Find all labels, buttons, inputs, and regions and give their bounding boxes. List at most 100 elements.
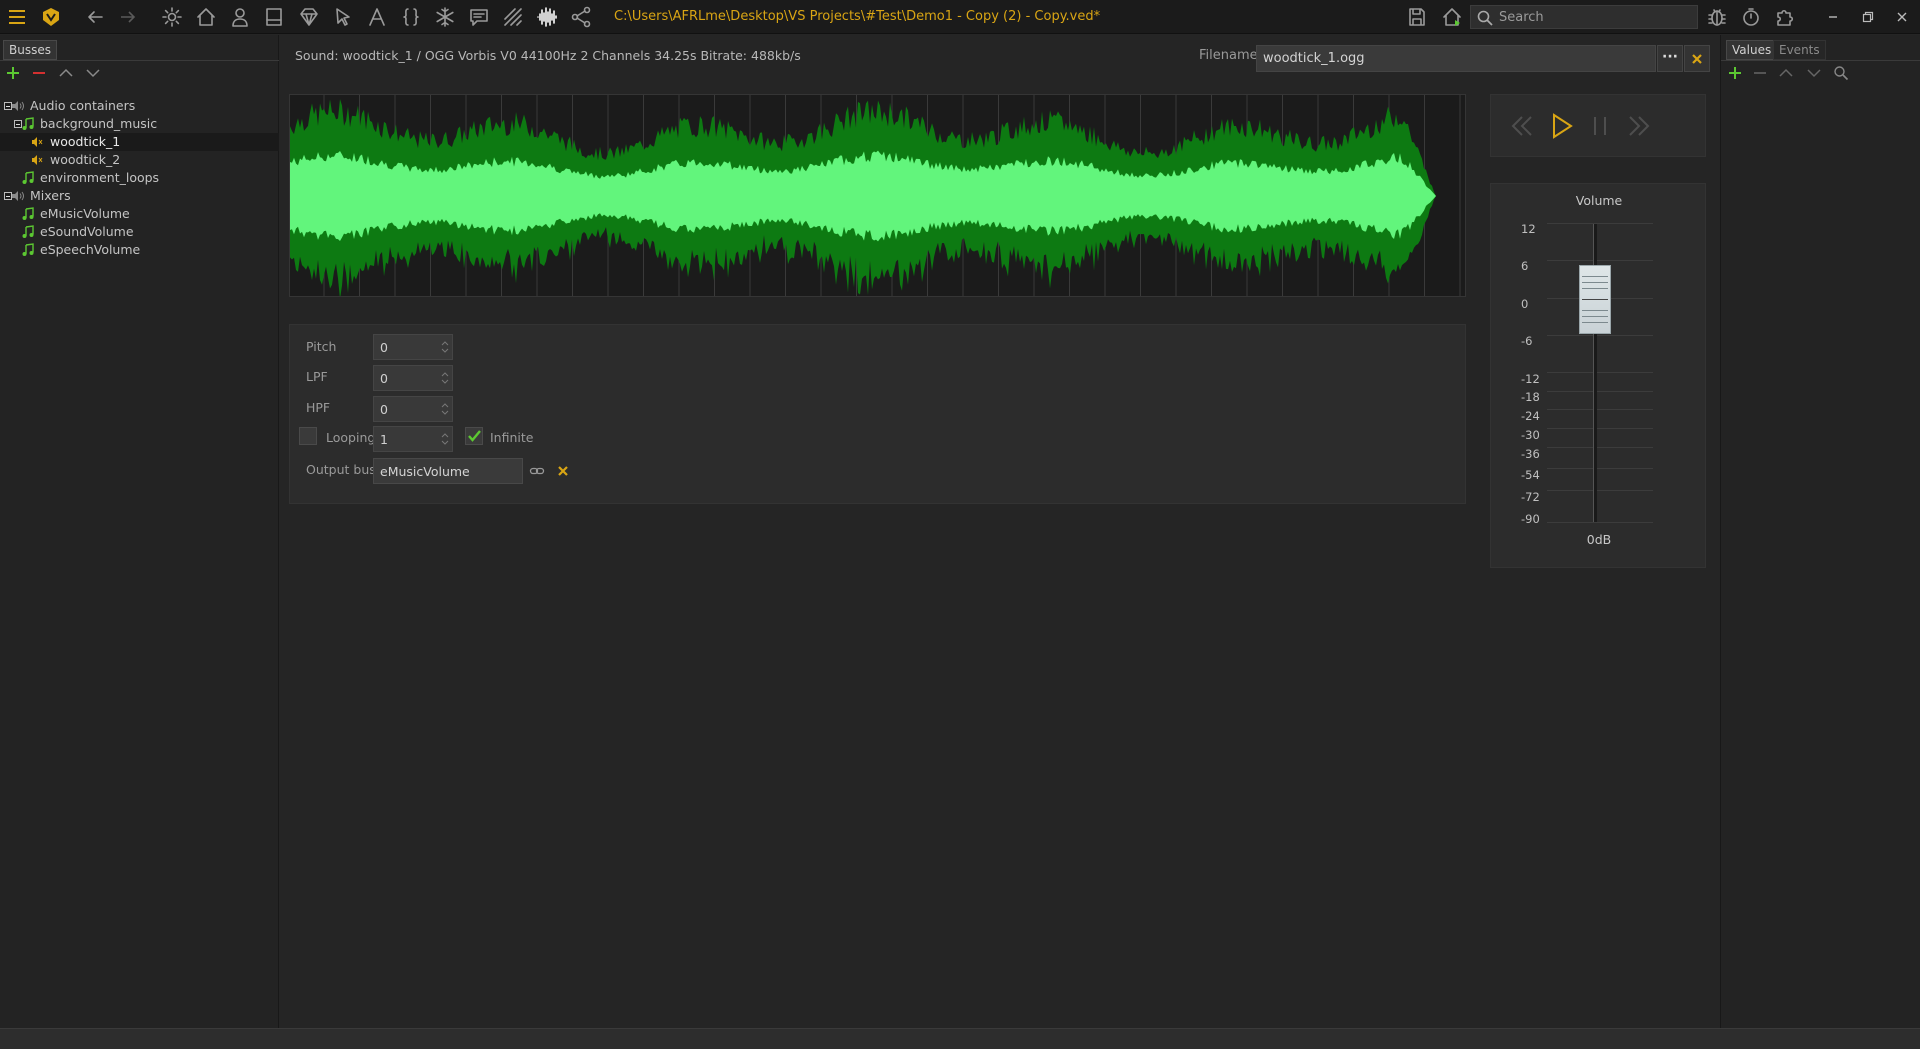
tree-item-audio-containers[interactable]: Audio containers — [0, 97, 279, 115]
close-window-icon[interactable] — [1890, 5, 1914, 29]
stepper-arrows-icon[interactable] — [440, 430, 450, 448]
stepper-arrows-icon[interactable] — [440, 369, 450, 387]
browse-file-button[interactable]: ··· — [1657, 45, 1683, 72]
looping-checkbox[interactable] — [299, 427, 317, 445]
play-icon[interactable] — [1544, 109, 1578, 143]
scale-line — [1547, 391, 1653, 392]
tree-item-emusicvolume[interactable]: eMusicVolume — [0, 205, 279, 223]
tree-item-esoundvolume[interactable]: eSoundVolume — [0, 223, 279, 241]
volume-fader-handle[interactable] — [1579, 265, 1611, 334]
waveform-view[interactable] — [289, 94, 1466, 297]
volume-tick-label: -30 — [1521, 428, 1540, 442]
lpf-input[interactable] — [374, 366, 438, 390]
music-note-icon — [22, 225, 34, 238]
fast-forward-icon[interactable] — [1622, 109, 1656, 143]
tree-item-background-music[interactable]: background_music — [0, 115, 279, 133]
tree-item-environment-loops[interactable]: environment_loops — [0, 169, 279, 187]
waveform-graphic — [290, 95, 1461, 296]
sound-info-text: Sound: woodtick_1 / OGG Vorbis V0 44100H… — [295, 48, 801, 63]
link-chain-icon[interactable] — [527, 461, 547, 481]
filename-field[interactable] — [1256, 45, 1656, 72]
tab-values[interactable]: Values — [1726, 40, 1778, 60]
tree-item-woodtick-2[interactable]: woodtick_2 — [0, 151, 279, 169]
tree-item-woodtick-1[interactable]: woodtick_1 — [0, 133, 279, 151]
tree-item-label: environment_loops — [40, 170, 160, 185]
infinite-checkbox[interactable] — [465, 427, 483, 445]
hpf-stepper[interactable] — [373, 396, 453, 422]
scripts-braces-icon[interactable] — [397, 3, 425, 31]
add-plus-icon[interactable] — [1724, 64, 1746, 82]
fader-grip — [1582, 288, 1608, 289]
save-disk-icon[interactable] — [1403, 3, 1431, 31]
tree-item-espeechvolume[interactable]: eSpeechVolume — [0, 241, 279, 259]
mouse-cursor-icon[interactable] — [329, 3, 357, 31]
tab-events[interactable]: Events — [1773, 40, 1826, 60]
hamburger-menu-icon[interactable] — [3, 3, 31, 31]
search-box[interactable] — [1470, 5, 1698, 29]
share-nodes-icon[interactable] — [567, 3, 595, 31]
lpf-stepper[interactable] — [373, 365, 453, 391]
restore-window-icon[interactable] — [1856, 5, 1880, 29]
stepper-arrows-icon[interactable] — [440, 338, 450, 356]
fader-grip — [1582, 310, 1608, 311]
move-down-chevron-icon[interactable] — [82, 64, 104, 82]
add-plus-icon[interactable] — [2, 64, 24, 82]
move-up-chevron-icon[interactable] — [55, 64, 77, 82]
audio-waveform-icon[interactable] — [533, 3, 561, 31]
clear-file-button[interactable] — [1684, 45, 1710, 72]
output-bus-field[interactable] — [373, 458, 523, 484]
volume-tick-label: 12 — [1521, 222, 1536, 236]
scenes-house-icon[interactable] — [192, 3, 220, 31]
move-down-chevron-icon[interactable] — [1803, 64, 1825, 82]
close-x-icon — [1692, 53, 1702, 64]
status-bar — [0, 1028, 1920, 1049]
fader-grip — [1582, 322, 1608, 323]
clear-output-bus-icon[interactable] — [553, 461, 573, 481]
tab-busses[interactable]: Busses — [3, 40, 57, 60]
volume-tick-label: -24 — [1521, 409, 1540, 423]
remove-minus-icon[interactable] — [1749, 64, 1771, 82]
volume-value: 0dB — [1586, 532, 1612, 547]
remove-minus-icon[interactable] — [28, 64, 50, 82]
pause-icon[interactable] — [1583, 109, 1617, 143]
settings-gear-icon[interactable] — [158, 3, 186, 31]
output-bus-label: Output bus — [306, 462, 376, 477]
volume-tick-label: -72 — [1521, 490, 1540, 504]
characters-person-icon[interactable] — [226, 3, 254, 31]
search-icon — [1477, 10, 1493, 26]
dialogs-speech-bubble-icon[interactable] — [465, 3, 493, 31]
fader-grip — [1582, 316, 1608, 317]
sound-properties-panel: Pitch LPF HPF Looping Infinite Output bu… — [289, 324, 1466, 504]
stepper-arrows-icon[interactable] — [440, 400, 450, 418]
tab-divider — [1721, 60, 1920, 61]
shaders-hatch-icon[interactable] — [499, 3, 527, 31]
search-icon[interactable] — [1830, 64, 1852, 82]
home-scene-icon[interactable] — [1438, 3, 1466, 31]
scale-line — [1547, 223, 1653, 224]
looping-count-input[interactable] — [374, 427, 438, 451]
particles-snowflake-icon[interactable] — [431, 3, 459, 31]
items-diamond-icon[interactable] — [295, 3, 323, 31]
debug-bug-icon[interactable] — [1703, 3, 1731, 31]
back-arrow-icon[interactable] — [81, 3, 109, 31]
values-events-panel: Values Events — [1720, 35, 1920, 1028]
pitch-stepper[interactable] — [373, 334, 453, 360]
tree-item-mixers[interactable]: Mixers — [0, 187, 279, 205]
forward-arrow-icon[interactable] — [114, 3, 142, 31]
timer-stopwatch-icon[interactable] — [1737, 3, 1765, 31]
looping-count-stepper[interactable] — [373, 426, 453, 452]
hpf-input[interactable] — [374, 397, 438, 421]
transport-controls — [1490, 94, 1706, 157]
app-logo-icon[interactable] — [37, 3, 65, 31]
scale-line — [1547, 260, 1653, 261]
infinite-label: Infinite — [490, 430, 534, 445]
minimize-window-icon[interactable] — [1821, 5, 1845, 29]
rewind-icon[interactable] — [1505, 109, 1539, 143]
fonts-letter-icon[interactable] — [363, 3, 391, 31]
volume-tick-label: -18 — [1521, 390, 1540, 404]
pitch-input[interactable] — [374, 335, 438, 359]
search-input[interactable] — [1499, 8, 1691, 26]
move-up-chevron-icon[interactable] — [1775, 64, 1797, 82]
interfaces-window-icon[interactable] — [260, 3, 288, 31]
plugins-puzzle-icon[interactable] — [1771, 3, 1799, 31]
